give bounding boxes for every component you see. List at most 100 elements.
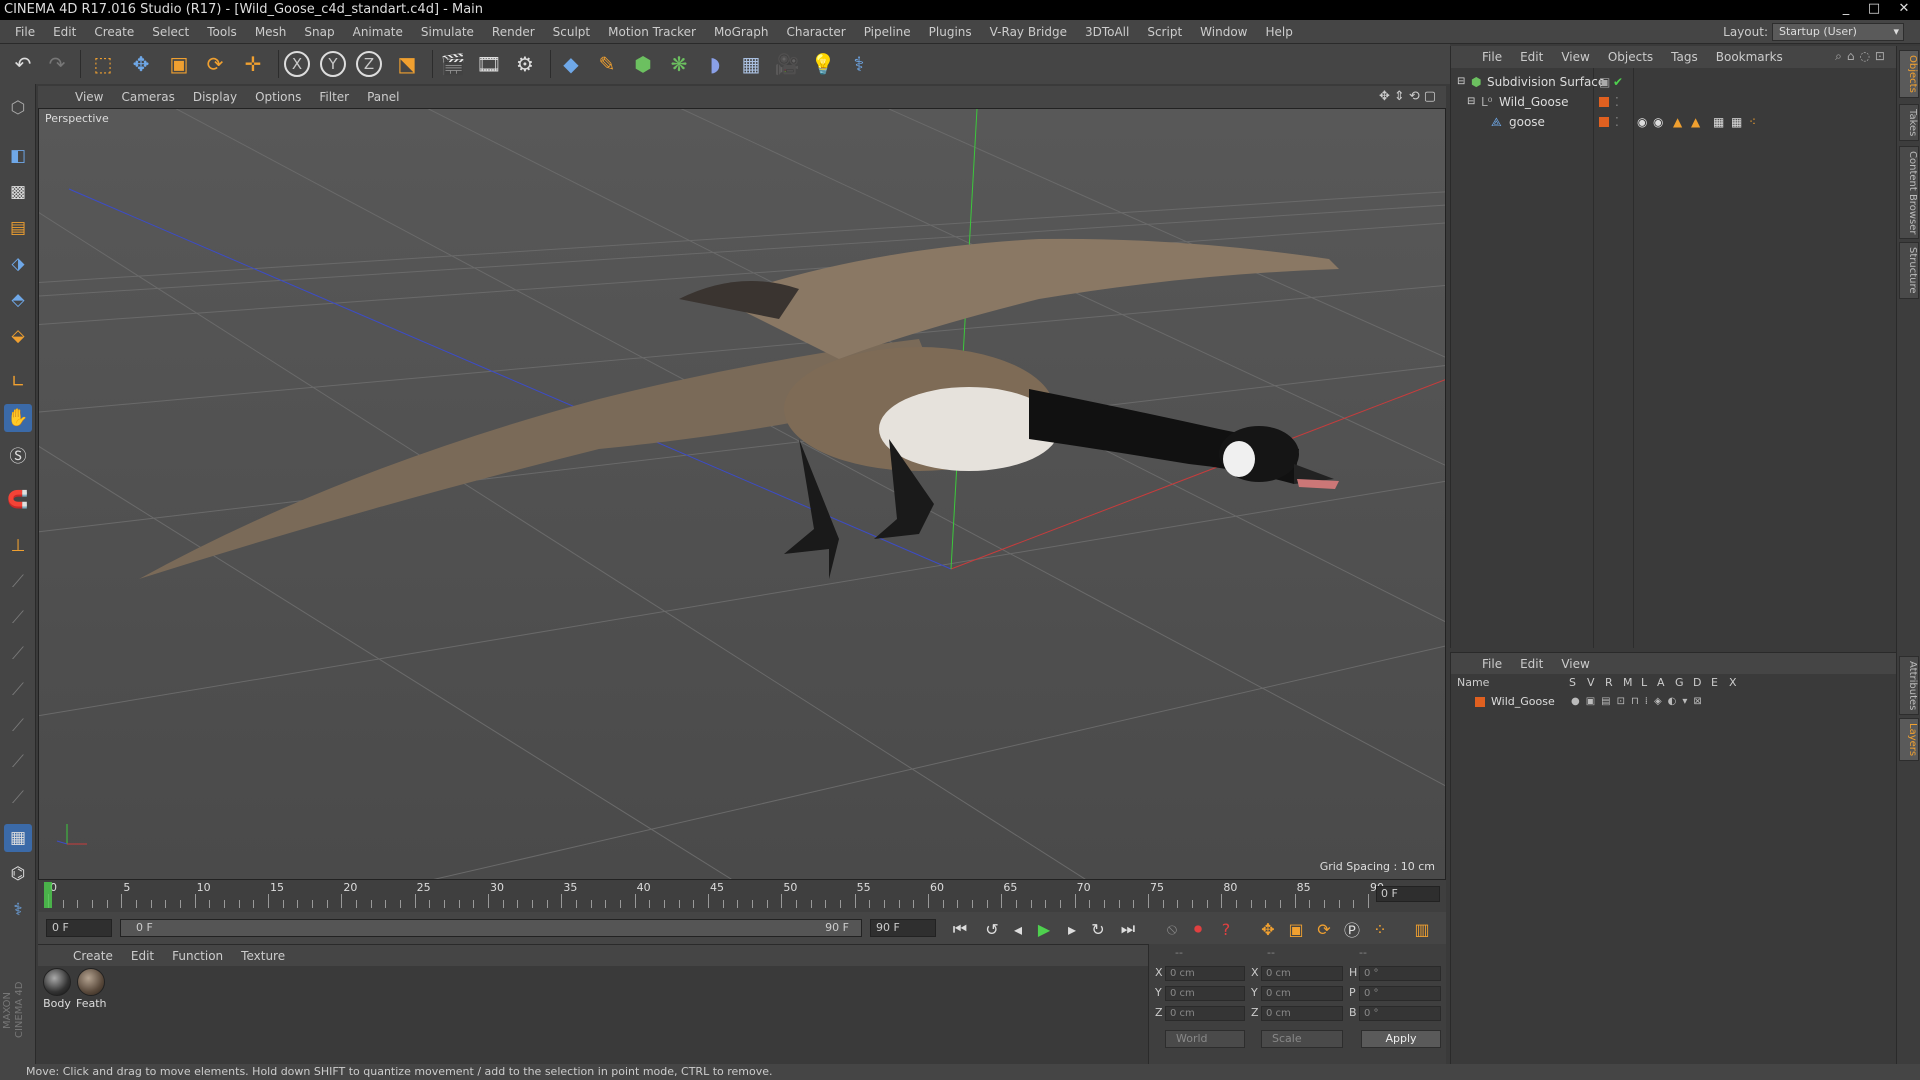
coordinate-system-icon[interactable]: ⬔ [392, 49, 422, 79]
play-icon[interactable]: ▶ [1032, 918, 1056, 940]
autokeying-icon[interactable]: ⏺ [1186, 918, 1210, 940]
size-y-field[interactable]: 0 cm [1261, 986, 1343, 1001]
column-manager[interactable]: M [1623, 676, 1633, 689]
render-picture-viewer-icon[interactable]: 🎞 [474, 49, 504, 79]
menu-tools[interactable]: Tools [198, 20, 246, 44]
vertex-map-tag-icon[interactable]: ⁖ [1749, 112, 1756, 132]
tree-item-goose[interactable]: ⟁ goose ⁚ ◉ ◉ ▲ ▲ ▦ ▦ ⁖ [1451, 112, 1897, 132]
maximize-button[interactable]: □ [1860, 0, 1888, 18]
spline-pen-icon[interactable]: ✎ [592, 49, 622, 79]
material-feathers[interactable]: Feath [76, 968, 107, 1010]
camera-icon[interactable]: 🎥 [772, 49, 802, 79]
timeline-ruler[interactable]: 051015202530354045505560657075808590 0 F [38, 880, 1446, 912]
material-body[interactable]: Body [42, 968, 72, 1010]
tweak-mode-icon[interactable]: ✋ [4, 404, 32, 432]
key-point-level-icon[interactable]: ⁘ [1368, 918, 1392, 940]
collapse-icon[interactable]: ⊟ [1467, 92, 1475, 112]
position-z-field[interactable]: 0 cm [1165, 1006, 1245, 1021]
start-frame-field[interactable]: 0 F [46, 919, 112, 937]
material-tag-feathers-icon[interactable]: ◉ [1653, 112, 1663, 132]
material-menu-texture[interactable]: Texture [232, 949, 294, 963]
visibility-dots-icon[interactable]: ⁚ [1615, 112, 1619, 132]
rotation-b-field[interactable]: 0 ° [1359, 1006, 1441, 1021]
end-frame-field[interactable]: 90 F [870, 919, 936, 937]
apply-button[interactable]: Apply [1361, 1030, 1441, 1048]
bend-icon[interactable]: ⌬ [4, 860, 32, 888]
objects-menu-edit[interactable]: Edit [1511, 50, 1552, 64]
layer-row-wild-goose[interactable]: Wild_Goose ●▣▤⊡⊓⁞◈◐▾⊠ [1451, 692, 1897, 712]
timeline-window-icon[interactable]: ▥ [1410, 918, 1434, 940]
viewport-menu-panel[interactable]: Panel [358, 90, 408, 104]
menu-simulate[interactable]: Simulate [412, 20, 483, 44]
points-mode-icon[interactable]: ⬗ [4, 250, 32, 278]
position-x-field[interactable]: 0 cm [1165, 966, 1245, 981]
workplane-icon[interactable]: ⊥ [4, 532, 32, 560]
material-menu-edit[interactable]: Edit [122, 949, 163, 963]
column-solo[interactable]: S [1569, 676, 1576, 689]
column-render[interactable]: R [1605, 676, 1613, 689]
menu-animate[interactable]: Animate [344, 20, 412, 44]
sculpt-flatten-icon[interactable]: ⟋ [4, 676, 32, 704]
previous-key-icon[interactable]: ↺ [980, 918, 1004, 940]
make-editable-icon[interactable]: ⬡ [4, 94, 32, 122]
column-expressions[interactable]: E [1711, 676, 1718, 689]
scale-tool-icon[interactable]: ▣ [164, 49, 194, 79]
subdivision-surface-icon[interactable]: ⬢ [628, 49, 658, 79]
snap-icon[interactable]: 🧲 [4, 486, 32, 514]
viewport-menu-filter[interactable]: Filter [310, 90, 358, 104]
material-tag-body-icon[interactable]: ◉ [1637, 112, 1647, 132]
polygons-mode-icon[interactable]: ⬙ [4, 322, 32, 350]
sculpt-smooth-icon[interactable]: ⟋ [4, 640, 32, 668]
tab-takes[interactable]: Takes [1899, 104, 1919, 142]
light-icon[interactable]: 💡 [808, 49, 838, 79]
column-generators[interactable]: G [1675, 676, 1684, 689]
undo-icon[interactable]: ↶ [8, 49, 38, 79]
column-xref[interactable]: X [1729, 676, 1737, 689]
layer-color-swatch[interactable] [1599, 97, 1609, 107]
current-frame-field[interactable]: 0 F [1376, 886, 1440, 902]
python-script-icon[interactable]: ⚕ [4, 896, 32, 924]
uvw-tag-icon[interactable]: ▦ [1713, 112, 1724, 132]
rotation-p-field[interactable]: 0 ° [1359, 986, 1441, 1001]
texture-mode-icon[interactable]: ▩ [4, 178, 32, 206]
column-deformers[interactable]: D [1693, 676, 1701, 689]
tab-content-browser[interactable]: Content Browser [1899, 146, 1919, 240]
size-mode-select[interactable]: Scale [1261, 1030, 1343, 1048]
x-axis-lock[interactable]: X [284, 51, 310, 77]
layer-toggle-icons[interactable]: ●▣▤⊡⊓⁞◈◐▾⊠ [1571, 692, 1708, 712]
viewport-menu-view[interactable]: View [66, 90, 112, 104]
tab-layers[interactable]: Layers [1899, 718, 1919, 762]
keyframe-selection-icon[interactable]: ? [1214, 918, 1238, 940]
floor-icon[interactable]: ▦ [736, 49, 766, 79]
column-visible[interactable]: V [1587, 676, 1595, 689]
objects-menu-tags[interactable]: Tags [1662, 50, 1707, 64]
menu-plugins[interactable]: Plugins [920, 20, 981, 44]
key-position-icon[interactable]: ✥ [1256, 918, 1280, 940]
key-parameter-icon[interactable]: Ⓟ [1340, 918, 1364, 940]
recent-tool-icon[interactable]: ✛ [238, 49, 268, 79]
record-keyframes-icon[interactable]: ⦸ [1160, 918, 1184, 940]
objects-menu-bookmarks[interactable]: Bookmarks [1707, 50, 1792, 64]
layer-color-swatch[interactable] [1599, 117, 1609, 127]
menu-3dtoall[interactable]: 3DToAll [1076, 20, 1138, 44]
tab-objects[interactable]: Objects [1899, 50, 1919, 98]
edit-toggle-icon[interactable]: ▣ [1599, 72, 1610, 92]
go-to-end-icon[interactable]: ⏭ [1116, 918, 1140, 940]
menu-help[interactable]: Help [1256, 20, 1301, 44]
z-axis-lock[interactable]: Z [356, 51, 382, 77]
size-z-field[interactable]: 0 cm [1261, 1006, 1343, 1021]
menu-snap[interactable]: Snap [295, 20, 343, 44]
layers-menu-file[interactable]: File [1473, 657, 1511, 671]
viewport-menu-display[interactable]: Display [184, 90, 246, 104]
layer-color-swatch[interactable] [1475, 697, 1485, 707]
checkerboard-icon[interactable]: ▦ [4, 824, 32, 852]
column-animation[interactable]: A [1657, 676, 1665, 689]
layers-menu-edit[interactable]: Edit [1511, 657, 1552, 671]
solo-mode-icon[interactable]: Ⓢ [4, 440, 32, 468]
sculpt-grab-icon[interactable]: ⟋ [4, 568, 32, 596]
live-selection-icon[interactable]: ⬚ [88, 49, 118, 79]
menu-character[interactable]: Character [777, 20, 854, 44]
next-key-icon[interactable]: ↻ [1086, 918, 1110, 940]
menu-mograph[interactable]: MoGraph [705, 20, 778, 44]
menu-file[interactable]: File [6, 20, 44, 44]
